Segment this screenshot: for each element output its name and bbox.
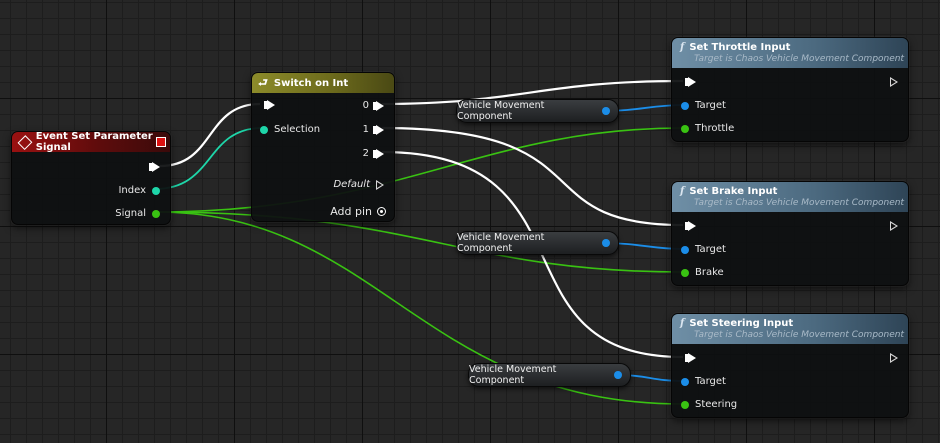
exec-out-pin[interactable] [890,353,898,363]
event-signal-row: Signal [115,208,160,219]
function-node-header[interactable]: f Set Steering Input Target is Chaos Vehi… [672,314,908,344]
exec-out-pin[interactable] [890,77,898,87]
signal-pin[interactable] [152,209,160,218]
var-label: Vehicle Movement Component [457,100,545,122]
switch-out0-row: 0 [363,100,384,111]
steering-pin[interactable] [681,400,689,409]
switch-out1-row: 1 [363,124,384,135]
index-pin-label: Index [118,185,146,196]
exec-in-row [684,77,696,87]
event-node-title: Event Set Parameter Signal [35,131,153,153]
target-pin[interactable] [681,377,689,386]
event-diamond-icon [17,134,33,150]
object-out-pin[interactable] [602,239,610,247]
target-label: Target [695,244,726,255]
function-subtitle: Target is Chaos Vehicle Movement Compone… [694,198,905,208]
target-pin[interactable] [681,101,689,110]
exec-out-row [890,221,898,231]
out-2-label: 2 [362,148,369,159]
target-label: Target [695,376,726,387]
exec-in-pin[interactable] [685,77,696,87]
exec-out-pin[interactable] [890,221,898,231]
switch-default-row: Default [333,179,384,190]
add-pin-icon [377,207,386,216]
out-1-label: 1 [362,124,369,135]
throttle-pin[interactable] [681,124,689,133]
var-label: Vehicle Movement Component [457,232,545,254]
brake-pin[interactable] [681,268,689,277]
exec-wire [381,126,684,227]
event-node-header[interactable]: Event Set Parameter Signal [12,131,170,153]
function-node-header[interactable]: f Set Throttle Input Target is Chaos Vehi… [672,38,908,68]
exec-out-row [890,77,898,87]
set-steering-input-node[interactable]: f Set Steering Input Target is Chaos Vehi… [671,313,909,418]
close-icon[interactable] [156,137,166,147]
exec-in-pin[interactable] [685,221,696,231]
brake-label: Brake [695,267,724,278]
target-row: Target [681,100,726,111]
target-row: Target [681,376,726,387]
index-pin[interactable] [152,186,160,195]
switch-node-title: Switch on Int [273,77,349,89]
set-brake-input-node[interactable]: f Set Brake Input Target is Chaos Vehicle… [671,181,909,286]
value-row: Brake [681,267,724,278]
vehicle-movement-component-var-1[interactable]: Vehicle Movement Component [456,99,619,123]
out-0-label: 0 [362,100,369,111]
object-out-pin[interactable] [602,107,610,115]
function-title: Set Throttle Input [689,42,791,53]
function-icon: f [680,186,685,197]
switch-exec-in-row [263,100,275,110]
set-throttle-input-node[interactable]: f Set Throttle Input Target is Chaos Vehi… [671,37,909,142]
object-out-pin[interactable] [614,371,622,379]
function-subtitle: Target is Chaos Vehicle Movement Compone… [694,54,905,64]
target-label: Target [695,100,726,111]
event-set-parameter-signal-node[interactable]: Event Set Parameter Signal Index Signal [11,131,171,225]
default-label: Default [333,179,370,190]
function-title: Set Steering Input [689,318,794,329]
steering-label: Steering [695,399,738,410]
vehicle-movement-component-var-2[interactable]: Vehicle Movement Component [456,231,619,255]
exec-in-row [684,353,696,363]
vehicle-movement-component-var-3[interactable]: Vehicle Movement Component [468,363,631,387]
exec-out-2-pin[interactable] [373,148,384,159]
function-subtitle: Target is Chaos Vehicle Movement Compone… [694,330,905,340]
var-label: Vehicle Movement Component [469,364,557,386]
float-wire [155,127,684,213]
exec-in-pin[interactable] [685,353,696,363]
switch-icon: ⮐ [258,75,268,89]
function-node-header[interactable]: f Set Brake Input Target is Chaos Vehicle… [672,182,908,212]
add-pin-button[interactable]: Add pin [330,205,386,218]
exec-out-0-pin[interactable] [373,100,384,111]
exec-in-row [684,221,696,231]
event-exec-out-row [149,162,160,172]
function-title: Set Brake Input [689,186,778,197]
switch-selection-row: Selection [260,124,320,135]
target-pin[interactable] [681,245,689,254]
exec-out-row [890,353,898,363]
event-index-row: Index [118,185,160,196]
exec-out-pin[interactable] [149,162,160,172]
signal-pin-label: Signal [115,208,146,219]
exec-in-pin[interactable] [264,100,275,110]
selection-pin-label: Selection [274,124,321,135]
function-icon: f [680,42,685,53]
add-pin-label: Add pin [330,205,372,218]
exec-out-1-pin[interactable] [373,124,384,135]
value-row: Throttle [681,123,734,134]
throttle-label: Throttle [695,123,735,134]
exec-default-pin[interactable] [376,179,384,190]
value-row: Steering [681,399,737,410]
switch-out2-row: 2 [363,148,384,159]
target-row: Target [681,244,726,255]
function-icon: f [680,318,685,329]
selection-pin[interactable] [260,125,268,134]
switch-on-int-node[interactable]: ⮐ Switch on Int Selection 0 1 2 Default … [251,72,395,222]
switch-node-header[interactable]: ⮐ Switch on Int [252,73,394,93]
